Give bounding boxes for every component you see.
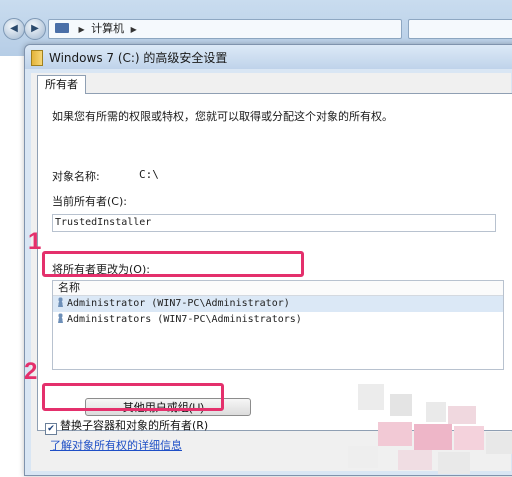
intro-text: 如果您有所需的权限或特权，您就可以取得或分配这个对象的所有权。 bbox=[52, 110, 393, 123]
user-icon bbox=[57, 313, 64, 323]
list-header-name[interactable]: 名称 bbox=[53, 281, 503, 296]
search-input[interactable] bbox=[408, 19, 512, 39]
lock-icon bbox=[31, 50, 43, 66]
object-name-value: C:\ bbox=[139, 168, 159, 181]
arrow-right-icon[interactable]: ▶ bbox=[24, 18, 46, 40]
breadcrumb-item[interactable]: 计算机 bbox=[91, 22, 124, 35]
replace-owner-label: 替换子容器和对象的所有者(R) bbox=[60, 419, 209, 432]
user-icon bbox=[57, 297, 64, 307]
tab-owner[interactable]: 所有者 bbox=[37, 75, 86, 94]
step-2-label: 2 bbox=[24, 358, 38, 385]
list-item-administrators[interactable]: Administrators (WIN7-PC\Administrators) bbox=[53, 312, 503, 328]
current-owner-field: TrustedInstaller bbox=[52, 214, 496, 232]
dialog-titlebar[interactable]: Windows 7 (C:) 的高级安全设置 bbox=[25, 45, 512, 69]
step-2-highlight bbox=[42, 383, 224, 411]
breadcrumb-separator-icon: ▶ bbox=[78, 25, 85, 34]
list-item-administrator[interactable]: Administrator (WIN7-PC\Administrator) bbox=[53, 296, 503, 312]
dialog-title: Windows 7 (C:) 的高级安全设置 bbox=[49, 51, 228, 65]
object-name-label: 对象名称: bbox=[52, 170, 100, 183]
replace-owner-checkbox[interactable]: ✔ bbox=[45, 423, 57, 435]
address-bar[interactable]: ▶ 计算机 ▶ bbox=[48, 19, 402, 39]
step-1-label: 1 bbox=[28, 228, 42, 255]
list-item-label: Administrators (WIN7-PC\Administrators) bbox=[67, 314, 302, 325]
breadcrumb-separator-icon: ▶ bbox=[130, 25, 137, 34]
arrow-left-icon[interactable]: ◀ bbox=[3, 18, 25, 40]
learn-more-link[interactable]: 了解对象所有权的详细信息 bbox=[50, 437, 182, 453]
current-owner-label: 当前所有者(C): bbox=[52, 195, 127, 208]
folder-icon bbox=[55, 23, 69, 33]
watermark bbox=[338, 384, 512, 477]
replace-owner-row[interactable]: ✔ 替换子容器和对象的所有者(R) bbox=[45, 419, 208, 435]
owner-list[interactable]: 名称 Administrator (WIN7-PC\Administrator)… bbox=[52, 280, 504, 370]
list-item-label: Administrator (WIN7-PC\Administrator) bbox=[67, 298, 290, 309]
step-1-highlight bbox=[42, 251, 304, 277]
